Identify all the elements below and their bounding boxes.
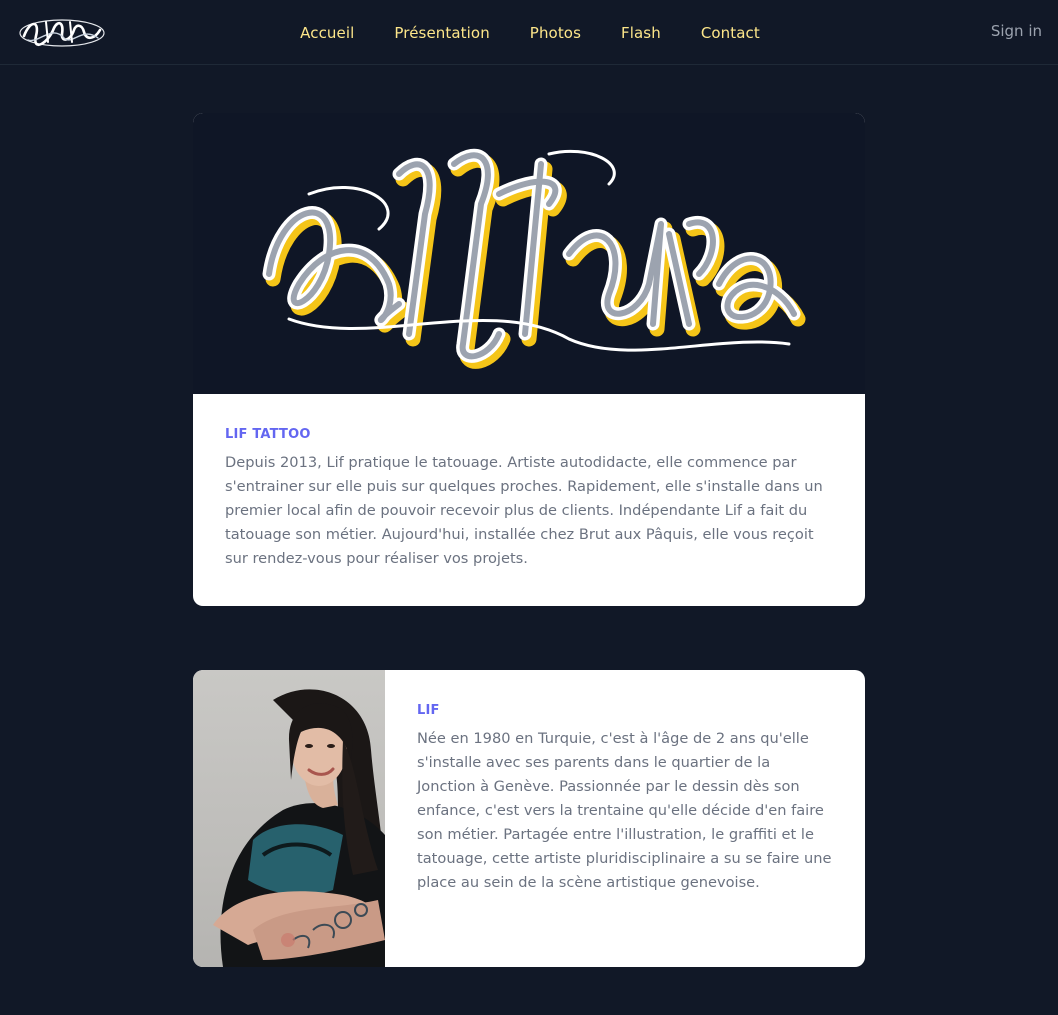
lif-tattoo-logo-icon: [19, 19, 105, 47]
sign-in-link[interactable]: Sign in: [991, 22, 1042, 40]
main-nav: Accueil Présentation Photos Flash Contac…: [0, 0, 1058, 65]
artist-eyebrow: LIF: [417, 703, 440, 718]
artist-description: Née en 1980 en Turquie, c'est à l'âge de…: [417, 730, 832, 891]
nav-link-accueil[interactable]: Accueil: [300, 24, 354, 42]
nav-link-flash[interactable]: Flash: [621, 24, 661, 42]
artist-card-body: LIF Née en 1980 en Turquie, c'est à l'âg…: [385, 670, 865, 967]
intro-eyebrow: LIF TATTOO: [225, 427, 311, 442]
artist-portrait-icon: [213, 689, 385, 967]
artist-photo: [193, 670, 385, 967]
nav-link-presentation[interactable]: Présentation: [394, 24, 489, 42]
intro-card: LIF TATTOO Depuis 2013, Lif pratique le …: [193, 113, 865, 606]
hero-banner: [193, 113, 865, 394]
intro-card-body: LIF TATTOO Depuis 2013, Lif pratique le …: [193, 394, 865, 571]
lif-tattoo-calligraphy-logo-icon: [262, 148, 806, 369]
intro-description: Depuis 2013, Lif pratique le tatouage. A…: [225, 454, 823, 567]
nav-link-contact[interactable]: Contact: [701, 24, 760, 42]
top-navigation-bar: Accueil Présentation Photos Flash Contac…: [0, 0, 1058, 65]
artist-card: LIF Née en 1980 en Turquie, c'est à l'âg…: [193, 670, 865, 967]
brand-logo[interactable]: [18, 14, 106, 52]
nav-link-photos[interactable]: Photos: [530, 24, 581, 42]
